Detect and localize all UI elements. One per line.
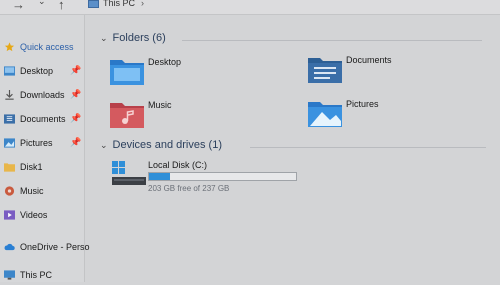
section-divider: [182, 40, 482, 41]
folder-label: Desktop: [148, 57, 182, 67]
devices-section-title: Devices and drives (1): [112, 139, 222, 151]
music-folder-icon: [110, 103, 144, 128]
sidebar-item-label: Music: [20, 186, 44, 196]
chevron-down-icon[interactable]: ⌄: [100, 33, 108, 44]
folder-label: Documents: [346, 55, 392, 65]
drive-usage-bar: [148, 172, 297, 181]
folder-label: Music: [148, 100, 172, 110]
sidebar-item-label: Documents: [20, 114, 66, 124]
pin-icon[interactable]: 📌: [70, 65, 81, 76]
back-button[interactable]: →: [12, 0, 25, 12]
breadcrumb-location[interactable]: This PC: [103, 0, 135, 8]
windows-drive-icon: [112, 161, 146, 185]
sidebar-item-label: Disk1: [20, 162, 43, 172]
this-pc-icon: [88, 0, 99, 8]
sidebar-item-desktop[interactable]: Desktop 📌: [0, 63, 84, 81]
folders-section-title: Folders (6): [112, 32, 166, 44]
folder-label: Pictures: [346, 99, 379, 109]
sidebar-item-label: Quick access: [20, 42, 74, 52]
folder-music[interactable]: Music: [110, 100, 290, 134]
drive-free-space: 203 GB free of 237 GB: [148, 184, 230, 193]
up-button[interactable]: ↑: [58, 0, 65, 12]
sidebar-item-onedrive[interactable]: OneDrive - Perso: [0, 239, 90, 257]
sidebar-item-videos[interactable]: Videos: [0, 207, 84, 225]
section-divider: [250, 147, 486, 148]
sidebar-item-pictures[interactable]: Pictures 📌: [0, 135, 84, 153]
address-bar: → ⌄ ↑ This PC ›: [0, 0, 500, 15]
sidebar-item-label: This PC: [20, 270, 53, 280]
folder-icon: [4, 163, 15, 172]
folder-documents[interactable]: Documents: [308, 55, 488, 89]
desktop-folder-icon: [110, 60, 144, 85]
music-icon: [4, 186, 15, 196]
sidebar-item-music[interactable]: Music: [0, 183, 84, 201]
documents-folder-icon: [4, 114, 15, 124]
folder-pictures[interactable]: Pictures: [308, 99, 488, 133]
breadcrumb[interactable]: This PC ›: [88, 0, 144, 8]
sidebar-item-label: Pictures: [20, 138, 53, 148]
sidebar-item-label: OneDrive - Perso: [20, 242, 90, 252]
devices-section-header[interactable]: ⌄ Devices and drives (1): [100, 139, 486, 151]
sidebar-item-label: Downloads: [20, 90, 65, 100]
desktop-folder-icon: [4, 66, 15, 76]
download-icon: [5, 90, 14, 100]
cloud-icon: [4, 243, 15, 251]
sidebar-item-this-pc[interactable]: This PC: [0, 267, 84, 285]
pictures-folder-icon: [308, 102, 342, 127]
navigation-pane: Quick access Desktop 📌 Downloads 📌 Docum…: [0, 15, 90, 285]
recent-locations-button[interactable]: ⌄: [38, 0, 46, 7]
folders-section-header[interactable]: ⌄ Folders (6): [100, 32, 482, 44]
drive-usage-fill: [149, 173, 170, 180]
sidebar-item-documents[interactable]: Documents 📌: [0, 111, 84, 129]
this-pc-icon: [4, 270, 15, 280]
drive-label: Local Disk (C:): [148, 160, 208, 170]
star-icon: [4, 42, 15, 52]
pin-icon[interactable]: 📌: [70, 113, 81, 124]
pictures-folder-icon: [4, 138, 15, 148]
sidebar-item-label: Videos: [20, 210, 48, 220]
sidebar-item-quick-access[interactable]: Quick access: [0, 39, 84, 57]
sidebar-item-label: Desktop: [20, 66, 54, 76]
folder-desktop[interactable]: Desktop: [110, 57, 290, 91]
videos-icon: [4, 210, 15, 220]
drive-local-disk-c[interactable]: Local Disk (C:) 203 GB free of 237 GB: [110, 159, 310, 199]
breadcrumb-separator[interactable]: ›: [141, 0, 144, 8]
content-pane: ⌄ Folders (6) Desktop Documents Music Pi…: [86, 15, 500, 282]
sidebar-item-disk1[interactable]: Disk1: [0, 159, 84, 177]
pin-icon[interactable]: 📌: [70, 137, 81, 148]
sidebar-item-downloads[interactable]: Downloads 📌: [0, 87, 84, 105]
chevron-down-icon[interactable]: ⌄: [100, 140, 108, 151]
documents-folder-icon: [308, 58, 342, 83]
pin-icon[interactable]: 📌: [70, 89, 81, 100]
